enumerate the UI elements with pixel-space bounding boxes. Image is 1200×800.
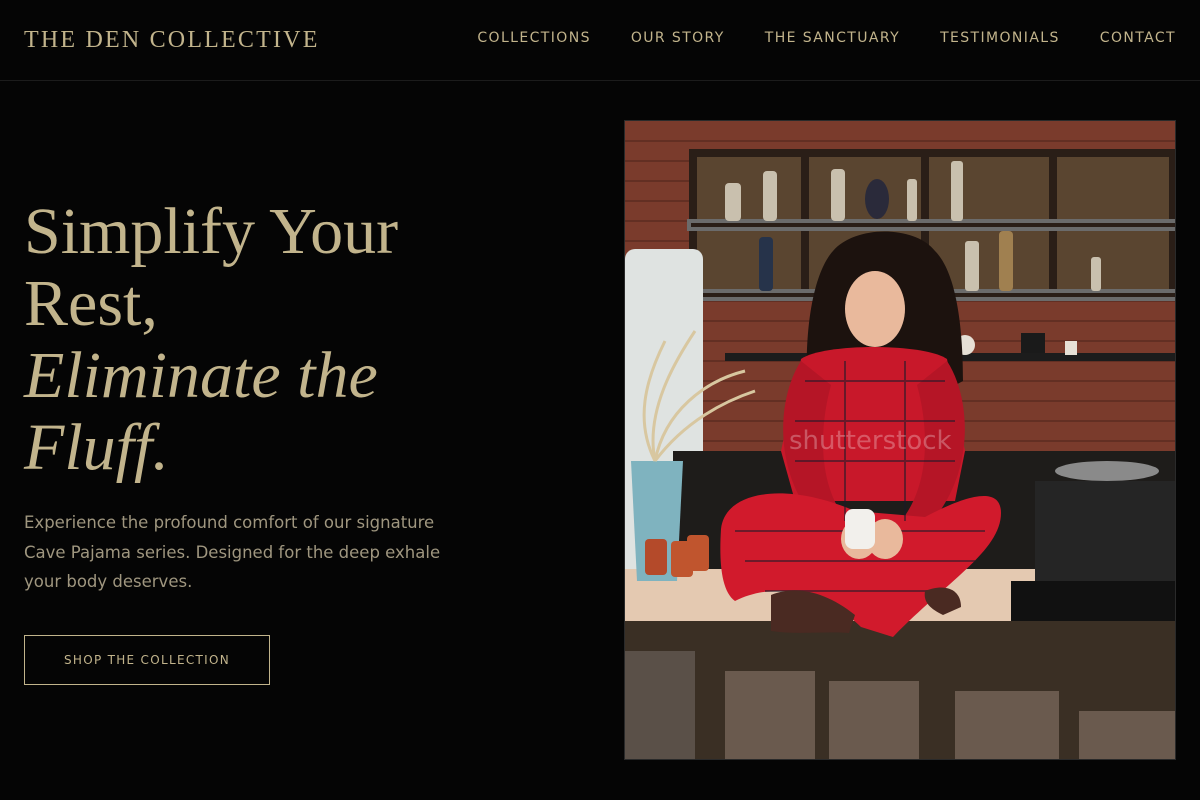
hero-title-line-4: Fluff. xyxy=(24,411,169,484)
hero-title-line-1: Simplify Your xyxy=(24,195,399,268)
watermark: shutterstock xyxy=(789,426,952,456)
site-header: THE DEN COLLECTIVE COLLECTIONS OUR STORY… xyxy=(0,0,1200,81)
hero-subtitle: Experience the profound comfort of our s… xyxy=(24,513,441,591)
shop-collection-button[interactable]: SHOP THE COLLECTION xyxy=(24,635,270,685)
brand-logo[interactable]: THE DEN COLLECTIVE xyxy=(24,27,320,54)
nav-collections[interactable]: COLLECTIONS xyxy=(477,30,590,46)
hero-title-line-3: Eliminate the xyxy=(24,339,378,412)
hero-title: Simplify Your Rest, Eliminate the Fluff. xyxy=(24,196,544,484)
hero-photo: shutterstock xyxy=(624,120,1176,760)
nav-the-sanctuary[interactable]: THE SANCTUARY xyxy=(765,30,900,46)
nav-our-story[interactable]: OUR STORY xyxy=(631,30,725,46)
hero-title-line-2: Rest, xyxy=(24,267,158,340)
nav-testimonials[interactable]: TESTIMONIALS xyxy=(940,30,1060,46)
face xyxy=(845,271,905,347)
nav-contact[interactable]: CONTACT xyxy=(1100,30,1176,46)
main-nav: COLLECTIONS OUR STORY THE SANCTUARY TEST… xyxy=(477,30,1176,46)
